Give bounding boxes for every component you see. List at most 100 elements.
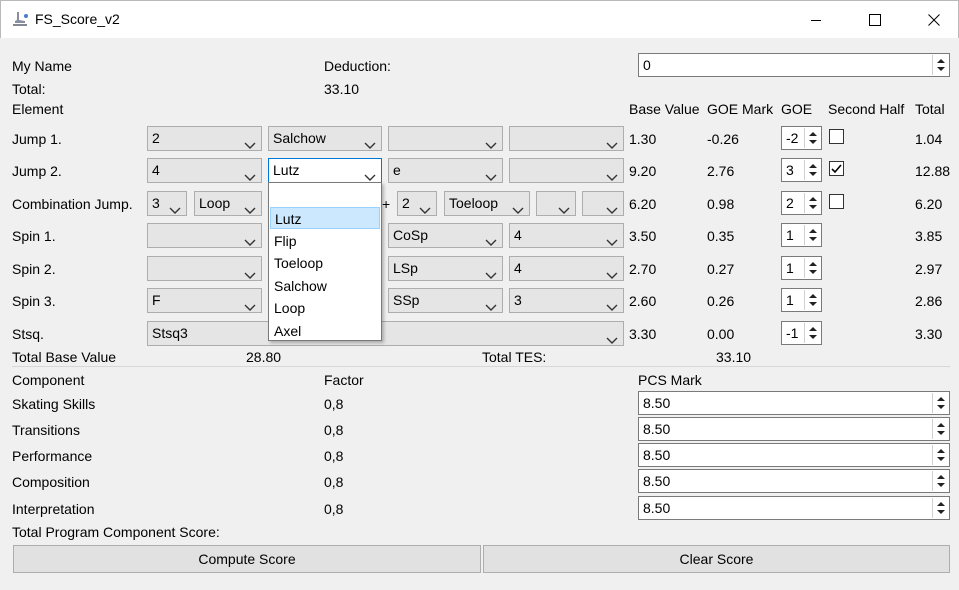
row-label: Jump 2. <box>12 163 62 179</box>
chevron-down-icon <box>606 264 618 279</box>
modifier-select[interactable] <box>509 158 624 183</box>
element-total: 1.04 <box>915 131 943 147</box>
chevron-down-icon <box>485 134 497 149</box>
jump-type-dropdown-list[interactable]: Lutz Flip Toeloop Salchow Loop Axel <box>268 182 382 341</box>
goe-spinner[interactable]: 1 <box>781 256 822 280</box>
spin-arrows-icon[interactable] <box>804 258 820 278</box>
dropdown-option[interactable] <box>270 184 380 206</box>
component-factor: 0,8 <box>324 422 344 438</box>
total-base-value-label: Total Base Value <box>12 349 117 365</box>
second-half-checkbox[interactable] <box>829 194 844 209</box>
goe-spinner[interactable]: -1 <box>781 321 822 345</box>
jump-level-select-value: 4 <box>152 162 160 178</box>
goe-spinner[interactable]: 3 <box>781 158 822 182</box>
edge-select[interactable]: e <box>388 158 503 183</box>
pcs-mark-spinner[interactable]: 8.50 <box>638 496 950 520</box>
chevron-down-icon <box>485 166 497 181</box>
plus-sign: + <box>382 196 391 212</box>
base-value: 3.30 <box>629 326 657 342</box>
jump-level-select-value: 2 <box>152 130 160 146</box>
edge-select[interactable] <box>388 126 503 151</box>
spin-type-select[interactable]: SSp <box>388 288 503 313</box>
pcs-mark-spinner[interactable]: 8.50 <box>638 443 950 467</box>
spin-arrows-icon[interactable] <box>932 393 948 413</box>
spin-arrows-icon[interactable] <box>932 498 948 518</box>
goe-mark: 0.27 <box>707 261 735 277</box>
pcs-mark-header: PCS Mark <box>638 372 702 388</box>
chevron-down-icon <box>244 199 256 214</box>
step-sequence-select[interactable]: Stsq3 <box>147 321 624 346</box>
modifier-select[interactable] <box>509 126 624 151</box>
deduction-spinner[interactable]: 0 <box>638 53 950 77</box>
spin-level-select-value: 4 <box>514 260 522 276</box>
spin-type-select[interactable]: CoSp <box>388 223 503 248</box>
total-tes-label: Total TES: <box>482 349 547 365</box>
spin-prefix-select[interactable]: F <box>147 288 262 313</box>
combo-jump-2-select[interactable]: Toeloop <box>444 191 530 216</box>
spin-arrows-icon[interactable] <box>932 471 948 491</box>
combo-modifier-2-select[interactable] <box>582 191 624 216</box>
minimize-icon <box>811 20 821 21</box>
compute-score-button[interactable]: Compute Score <box>13 545 481 573</box>
chevron-down-icon <box>558 199 570 214</box>
spin-prefix-select[interactable] <box>147 223 262 248</box>
pcs-mark-spinner-value: 8.50 <box>643 395 671 411</box>
combo-jump-1-select-value: Loop <box>199 195 231 211</box>
spin-arrows-icon[interactable] <box>804 128 820 148</box>
chevron-down-icon <box>606 231 618 246</box>
spin-level-select[interactable]: 3 <box>509 288 624 313</box>
goe-spinner[interactable]: 1 <box>781 288 822 312</box>
goe-mark: 0.00 <box>707 326 735 342</box>
spin-type-select[interactable]: LSp <box>388 256 503 281</box>
combo-level-2-select[interactable]: 2 <box>397 191 437 216</box>
dropdown-option[interactable]: Salchow <box>270 275 380 297</box>
second-half-checkbox[interactable] <box>829 129 844 144</box>
jump-type-select-value: Salchow <box>273 130 326 146</box>
spin-arrows-icon[interactable] <box>932 419 948 439</box>
chevron-down-icon <box>244 166 256 181</box>
jump-type-select[interactable]: Salchow <box>268 126 382 151</box>
maximize-icon <box>869 14 881 26</box>
name-label: My Name <box>12 58 72 74</box>
component-name: Transitions <box>12 422 80 438</box>
second-half-checkbox[interactable] <box>829 161 844 176</box>
close-button[interactable] <box>905 1 959 39</box>
chevron-down-icon <box>485 296 497 311</box>
spin-arrows-icon[interactable] <box>804 160 820 180</box>
dropdown-option[interactable]: Lutz <box>270 207 380 229</box>
dropdown-option[interactable]: Loop <box>270 297 380 319</box>
chevron-down-icon <box>485 231 497 246</box>
spin-arrows-icon[interactable] <box>804 193 820 213</box>
minimize-button[interactable] <box>787 1 845 39</box>
dropdown-option[interactable]: Flip <box>270 230 380 252</box>
pcs-mark-spinner-value: 8.50 <box>643 473 671 489</box>
combo-modifier-1-select[interactable] <box>536 191 576 216</box>
maximize-button[interactable] <box>846 1 904 39</box>
combo-level-1-select[interactable]: 3 <box>147 191 187 216</box>
spin-arrows-icon[interactable] <box>804 290 820 310</box>
jump-level-select[interactable]: 4 <box>147 158 262 183</box>
pcs-mark-spinner[interactable]: 8.50 <box>638 417 950 441</box>
pcs-mark-spinner[interactable]: 8.50 <box>638 391 950 415</box>
total-pcs-label: Total Program Component Score: <box>12 524 220 540</box>
goe-spinner[interactable]: -2 <box>781 126 822 150</box>
spin-level-select[interactable]: 4 <box>509 223 624 248</box>
combo-jump-1-select[interactable]: Loop <box>194 191 262 216</box>
goe-spinner[interactable]: 2 <box>781 191 822 215</box>
goe-spinner-value: 1 <box>786 260 794 276</box>
spin-level-select[interactable]: 4 <box>509 256 624 281</box>
jump-level-select[interactable]: 2 <box>147 126 262 151</box>
pcs-mark-spinner[interactable]: 8.50 <box>638 469 950 493</box>
clear-score-button[interactable]: Clear Score <box>483 545 950 573</box>
spin-arrows-icon[interactable] <box>932 55 948 75</box>
combo-jump-2-select-value: Toeloop <box>449 195 499 211</box>
spin-arrows-icon[interactable] <box>804 323 820 343</box>
chevron-down-icon <box>364 134 376 149</box>
spin-arrows-icon[interactable] <box>804 225 820 245</box>
dropdown-option[interactable]: Axel <box>270 320 380 342</box>
spin-prefix-select[interactable] <box>147 256 262 281</box>
jump-type-select[interactable]: Lutz <box>268 158 382 183</box>
spin-arrows-icon[interactable] <box>932 445 948 465</box>
dropdown-option[interactable]: Toeloop <box>270 252 380 274</box>
goe-spinner[interactable]: 1 <box>781 223 822 247</box>
